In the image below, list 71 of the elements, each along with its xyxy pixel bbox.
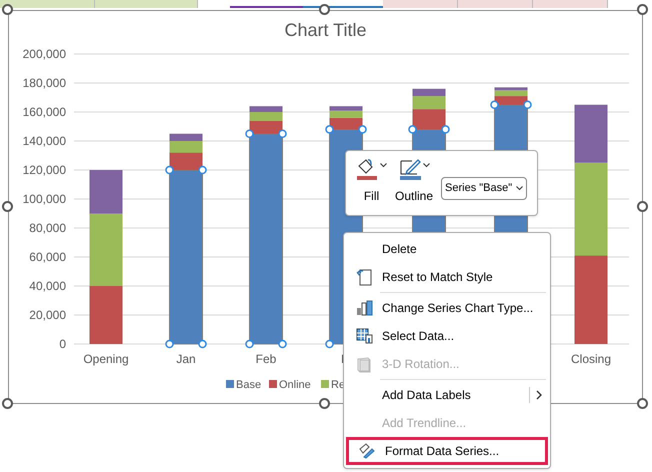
table-chart-icon (356, 328, 372, 344)
axis-category-label: Opening (83, 352, 129, 366)
selection-handle[interactable] (198, 340, 207, 348)
resize-handle[interactable] (637, 4, 648, 15)
bar-segment[interactable] (412, 88, 446, 96)
axis-tick-label: 60,000 (29, 250, 66, 264)
menu-item[interactable]: Change Series Chart Type... (346, 294, 548, 322)
axis-category-label: Closing (570, 352, 612, 366)
caret-icon (422, 163, 430, 168)
axis-tick-label: 20,000 (29, 308, 66, 322)
menu-item[interactable]: Reset to Match Style (346, 263, 548, 291)
axis-tick-label: 160,000 (22, 105, 66, 119)
selection-handle[interactable] (245, 340, 254, 348)
menu-item[interactable]: Select Data... (346, 322, 548, 350)
axis-tick-label: 180,000 (22, 76, 66, 90)
selection-handle[interactable] (245, 130, 254, 138)
bar-segment[interactable] (250, 106, 282, 112)
bar-segment[interactable] (170, 134, 202, 141)
paint-brush-icon (358, 443, 376, 459)
caret-icon (516, 186, 523, 191)
fill-button[interactable]: Fill (356, 157, 387, 205)
legend-label: Base (236, 379, 262, 391)
resize-handle[interactable] (2, 201, 13, 212)
bar-chart-icon (356, 300, 372, 316)
reset-icon (356, 268, 372, 286)
chart-title: Chart Title (283, 19, 368, 42)
selection-handle[interactable] (325, 125, 334, 134)
resize-handle[interactable] (2, 398, 13, 409)
selection-handle[interactable] (165, 340, 174, 348)
resize-handle[interactable] (319, 398, 330, 409)
selection-handle[interactable] (278, 130, 287, 138)
axis-category-label: Jan (176, 352, 196, 366)
chevron-right-icon (536, 390, 542, 400)
menu-item[interactable]: Add Data Labels (346, 381, 548, 409)
selection-handle[interactable] (325, 340, 334, 348)
selection-handle[interactable] (441, 125, 450, 134)
selection-handle[interactable] (408, 125, 417, 134)
axis-tick-label: 200,000 (22, 47, 66, 61)
paint-bucket-icon (356, 157, 380, 181)
selection-handle[interactable] (490, 100, 499, 109)
cube-icon (356, 356, 372, 372)
bar-segment[interactable] (170, 152, 202, 170)
caret-icon (380, 163, 387, 168)
bar-segment[interactable] (250, 120, 282, 134)
bar-segment[interactable] (330, 106, 362, 111)
axis-category-label: Feb (256, 352, 276, 366)
menu-item[interactable]: Delete (346, 235, 548, 263)
bar-segment[interactable] (494, 87, 528, 90)
bar-segment[interactable] (494, 96, 528, 105)
axis-tick-label: 40,000 (29, 279, 66, 293)
axis-tick-label: 140,000 (22, 134, 66, 148)
axis-tick-label: 80,000 (29, 221, 66, 235)
axis-tick-label: 120,000 (22, 163, 66, 177)
selection-handle[interactable] (523, 100, 532, 109)
selection-handle[interactable] (278, 340, 287, 348)
legend-swatch (269, 380, 277, 388)
selection-handle[interactable] (165, 166, 174, 174)
legend-swatch (226, 380, 234, 388)
resize-handle[interactable] (637, 398, 648, 409)
legend-label: Online (279, 379, 311, 391)
axis-tick-label: 0 (59, 337, 66, 351)
selection-handle[interactable] (198, 166, 207, 174)
resize-handle[interactable] (637, 201, 648, 212)
outline-button[interactable]: Outline (395, 157, 434, 205)
resize-handle[interactable] (319, 4, 330, 15)
series-dropdown[interactable]: Series "Base" (441, 177, 527, 200)
menu-item[interactable]: Format Data Series... (346, 437, 548, 465)
pencil-icon (398, 157, 423, 181)
selection-handle[interactable] (358, 125, 367, 134)
axis-tick-label: 100,000 (22, 192, 66, 206)
legend-swatch (321, 380, 329, 388)
